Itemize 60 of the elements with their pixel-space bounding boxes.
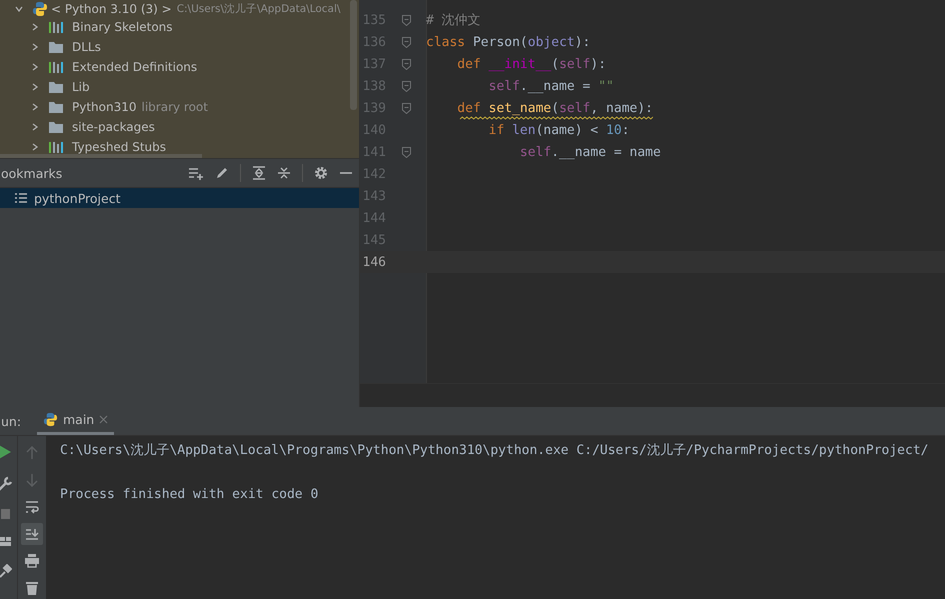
code-line: self.__name = ""	[488, 78, 614, 94]
tree-item-label[interactable]: Binary Skeletons	[72, 20, 173, 34]
library-icon	[48, 140, 64, 154]
panel-title: ookmarks	[1, 166, 62, 180]
console-output-line: Process finished with exit code 0	[60, 487, 318, 502]
folder-icon	[48, 100, 64, 114]
tree-item-hint: library root	[142, 100, 208, 114]
folder-icon	[48, 40, 64, 54]
chevron-icon[interactable]	[30, 122, 40, 132]
pin-icon[interactable]	[0, 564, 12, 578]
code-line: self.__name = name	[518, 144, 661, 160]
folder-icon	[48, 120, 64, 134]
layout-icon[interactable]	[0, 536, 12, 548]
chevron-icon[interactable]	[30, 82, 40, 92]
code-line: class Person(object):	[426, 34, 590, 50]
tree-item-label[interactable]: Python310	[72, 100, 136, 114]
run-icon[interactable]	[0, 444, 12, 460]
fold-marker-icon[interactable]	[402, 80, 410, 92]
tree-item-label[interactable]: Typeshed Stubs	[72, 140, 166, 154]
close-icon[interactable]	[99, 415, 108, 424]
tree-item-label[interactable]: Extended Definitions	[72, 60, 198, 74]
chevron-icon[interactable]	[30, 62, 40, 72]
code-line: if len(name) < 10:	[488, 122, 630, 138]
fold-marker-icon[interactable]	[402, 36, 410, 48]
tree-item-label[interactable]: Lib	[72, 80, 90, 94]
add-list-icon[interactable]	[188, 166, 204, 180]
fold-marker-icon[interactable]	[402, 14, 410, 26]
python-logo-icon	[43, 412, 58, 427]
tree-item-label[interactable]: DLLs	[72, 40, 101, 54]
python-logo-icon	[32, 0, 48, 16]
tree-item-label[interactable]: < Python 3.10 (3) >	[51, 2, 172, 16]
fold-marker-icon[interactable]	[402, 58, 410, 70]
scroll-to-end-icon[interactable]	[21, 523, 43, 545]
chevron-icon[interactable]	[30, 22, 40, 32]
folder-icon	[48, 80, 64, 94]
console-output-line: C:\Users\沈儿子\AppData\Local\Programs\Python\Python310\python.exe C:/Users/沈儿子/PycharmProjects/pythonProject/	[60, 443, 928, 458]
fold-marker-icon[interactable]	[402, 146, 410, 158]
library-icon	[48, 60, 64, 74]
chevron-icon[interactable]	[30, 142, 40, 152]
chevron-icon[interactable]	[30, 42, 40, 52]
code-line: def __init__(self):	[456, 56, 606, 72]
fold-marker-icon[interactable]	[402, 102, 410, 114]
edit-icon[interactable]	[215, 166, 229, 180]
run-tab[interactable]: main	[37, 407, 114, 435]
settings-icon[interactable]	[314, 166, 328, 180]
bookmark-item[interactable]: pythonProject	[0, 188, 359, 208]
chevron-icon[interactable]	[30, 102, 40, 112]
code-line: # 沈仲文	[426, 13, 481, 28]
stop-icon[interactable]	[0, 508, 10, 520]
list-icon	[14, 192, 28, 204]
line-number: 146	[362, 254, 386, 270]
tree-item-label[interactable]: site-packages	[72, 120, 155, 134]
collapse-all-icon[interactable]	[277, 166, 291, 180]
code-line: def set_name(self, name):	[456, 100, 654, 116]
path-text: C:\Users\沈儿子\AppData\Local\	[176, 2, 340, 16]
expand-all-icon[interactable]	[252, 166, 266, 180]
scrollbar[interactable]	[350, 0, 357, 110]
panel-title: un:	[1, 414, 22, 428]
wrench-icon[interactable]	[0, 476, 12, 492]
library-icon	[48, 20, 64, 34]
